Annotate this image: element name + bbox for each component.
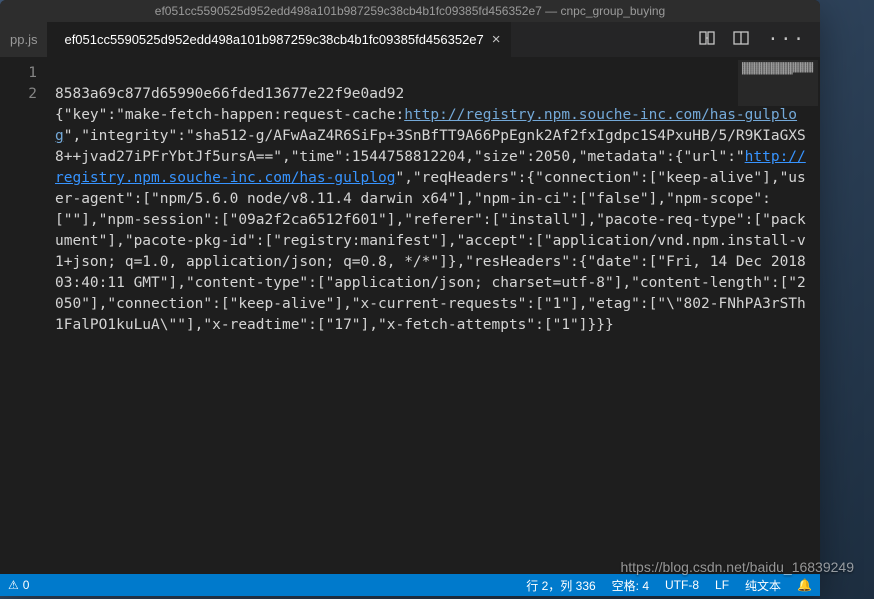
tab-bar: pp.js ef051cc5590525d952edd498a101b98725… [0,22,820,57]
line-number: 2 [0,84,37,105]
minimap-content: ████████████████████████████████████████… [738,60,818,78]
status-line-col[interactable]: 行 2，列 336 [526,577,595,594]
more-actions-icon[interactable]: ··· [767,29,806,50]
titlebar: ef051cc5590525d952edd498a101b987259c38cb… [0,0,820,22]
line-gutter: 1 2 [0,57,55,574]
tab-label: ef051cc5590525d952edd498a101b987259c38cb… [64,32,483,47]
close-icon[interactable]: × [492,31,501,48]
tab-label: pp.js [10,32,37,47]
status-problems[interactable]: ⚠ 0 [8,578,29,592]
line-number: 1 [0,63,37,84]
compare-icon[interactable] [699,30,715,50]
tab-actions: ··· [699,22,820,57]
warning-icon: ⚠ [8,578,19,592]
status-eol[interactable]: LF [715,578,729,592]
status-bar: ⚠ 0 行 2，列 336 空格: 4 UTF-8 LF 纯文本 🔔 [0,574,820,596]
code-text: ","reqHeaders":{"connection":["keep-aliv… [55,170,815,333]
tab-pp-js[interactable]: pp.js [0,22,48,57]
status-indent[interactable]: 空格: 4 [612,577,649,594]
tab-active-file[interactable]: ef051cc5590525d952edd498a101b987259c38cb… [48,22,510,57]
code-content[interactable]: 8583a69c877d65990e66fded13677e22f9e0ad92… [55,57,820,574]
minimap[interactable]: ████████████████████████████████████████… [738,60,818,106]
window-title: ef051cc5590525d952edd498a101b987259c38cb… [155,4,665,18]
editor-area[interactable]: 1 2 8583a69c877d65990e66fded13677e22f9e0… [0,57,820,574]
notifications-icon[interactable]: 🔔 [797,578,812,592]
split-editor-icon[interactable] [733,30,749,50]
status-count: 0 [23,578,30,592]
code-text: ","integrity":"sha512-g/AFwAaZ4R6SiFp+3S… [55,128,806,165]
editor-window: ef051cc5590525d952edd498a101b987259c38cb… [0,0,820,596]
code-hash: 8583a69c877d65990e66fded13677e22f9e0ad92 [55,86,404,102]
status-encoding[interactable]: UTF-8 [665,578,699,592]
code-text: {"key":"make-fetch-happen:request-cache: [55,107,404,123]
status-language[interactable]: 纯文本 [745,577,781,594]
